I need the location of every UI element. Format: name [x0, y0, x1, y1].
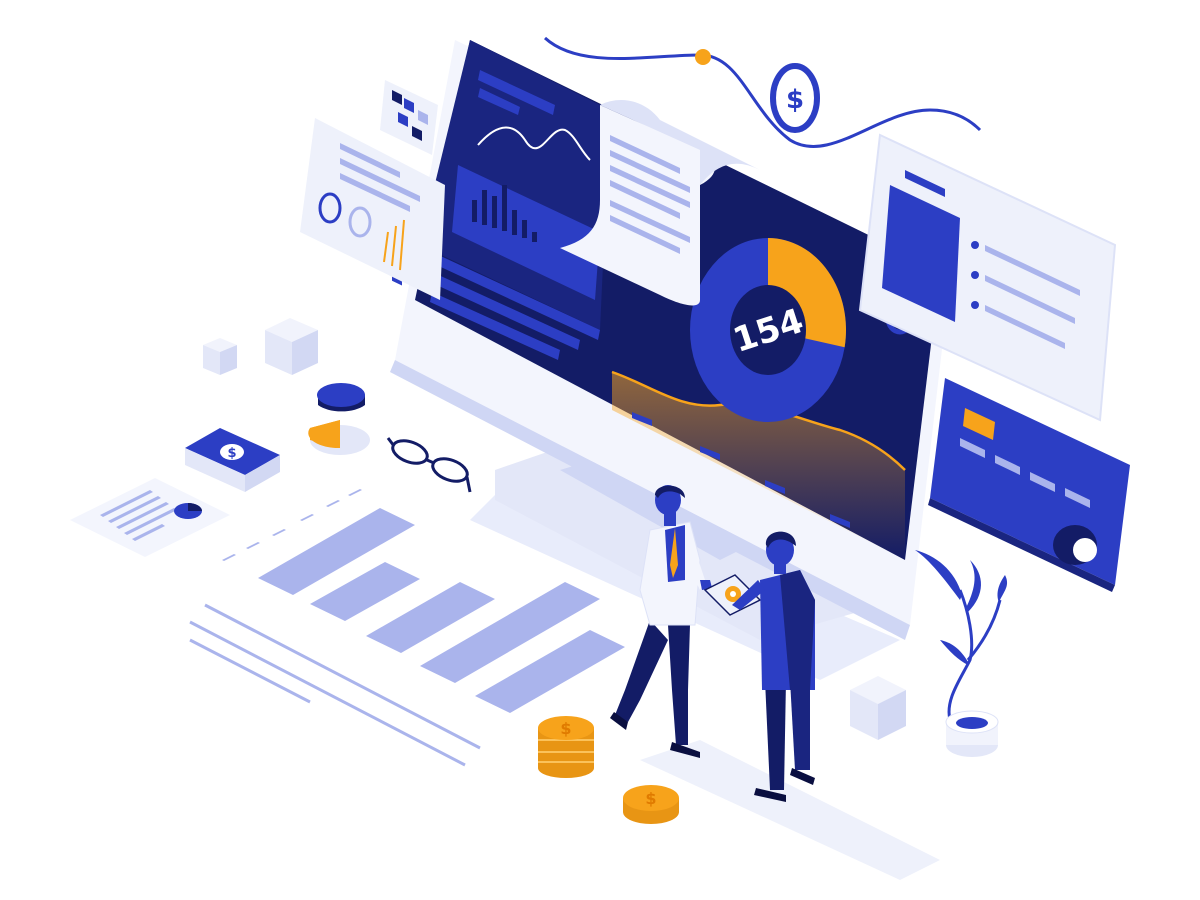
pie-3d-icon: [308, 383, 370, 455]
coin-single-icon: $: [623, 785, 679, 824]
isometric-analytics-illustration: 154 $ $ $ $: [70, 36, 1130, 880]
coin-stack-symbol: $: [560, 719, 571, 738]
banknote-symbol: $: [227, 446, 236, 461]
cube-medium-left: [265, 318, 318, 375]
donut-chart: 154: [690, 238, 847, 422]
wave-marker-dot: [695, 49, 711, 65]
left-document: [70, 478, 230, 557]
cube-small-left: [203, 338, 237, 375]
plant-icon: [915, 550, 1008, 757]
coin-stack-icon: $: [538, 716, 594, 778]
banknote-icon: $: [185, 428, 280, 492]
glasses-icon: [386, 437, 472, 493]
coin-single-symbol: $: [645, 789, 656, 808]
dollar-ring-symbol: $: [786, 85, 804, 115]
cube-right: [850, 676, 906, 740]
